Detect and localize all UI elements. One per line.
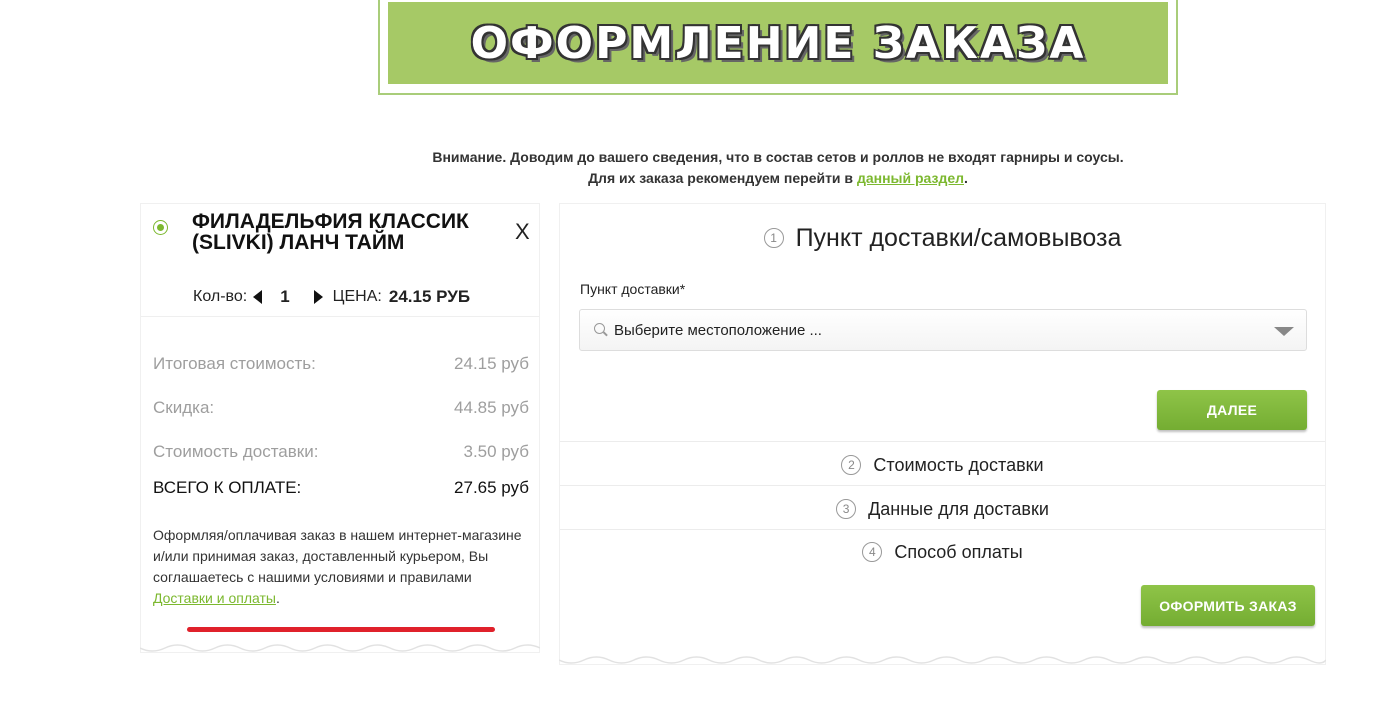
notice-line-2: Для их заказа рекомендуем перейти в данн… bbox=[0, 168, 1392, 189]
search-icon bbox=[594, 323, 608, 337]
price-value: 24.15 РУБ bbox=[388, 287, 471, 306]
summary-label: Скидка: bbox=[153, 398, 215, 417]
summary-row-total: ВСЕГО К ОПЛАТЕ: 27.65 руб bbox=[153, 478, 529, 498]
item-radio[interactable] bbox=[153, 220, 168, 235]
price-label: ЦЕНА: bbox=[332, 288, 382, 305]
decrease-qty-icon[interactable] bbox=[253, 290, 263, 304]
quantity-row: Кол-во: 1 ЦЕНА: 24.15 РУБ bbox=[193, 286, 533, 308]
step-divider bbox=[560, 529, 1325, 530]
red-underline-mark bbox=[187, 627, 495, 632]
terms-suffix: . bbox=[275, 590, 280, 606]
delivery-point-label: Пункт доставки* bbox=[580, 281, 686, 297]
notice-line-1: Внимание. Доводим до вашего сведения, чт… bbox=[432, 149, 1124, 165]
notice-suffix: . bbox=[964, 170, 968, 186]
step-2-header[interactable]: 2 Стоимость доставки bbox=[560, 452, 1325, 478]
chevron-down-icon[interactable] bbox=[1274, 327, 1294, 336]
notice-prefix: Для их заказа рекомендуем перейти в bbox=[588, 170, 857, 186]
qty-value: 1 bbox=[280, 287, 290, 306]
delivery-payment-link[interactable]: Доставки и оплаты bbox=[153, 590, 276, 606]
step-1-header[interactable]: 1 Пункт доставки/самовывоза bbox=[560, 221, 1325, 255]
remove-item-button[interactable]: X bbox=[515, 219, 530, 245]
increase-qty-icon[interactable] bbox=[313, 290, 323, 304]
step-number: 1 bbox=[763, 228, 784, 248]
header-banner: ОФОРМЛЕНИЕ ЗАКАЗА bbox=[388, 2, 1168, 84]
notice: Внимание. Доводим до вашего сведения, чт… bbox=[0, 147, 1392, 189]
cart-item-name: Филадельфия классик (SLIVKI) ЛАНЧ ТАЙМ bbox=[192, 210, 469, 254]
checkout-panel: 1 Пункт доставки/самовывоза Пункт достав… bbox=[559, 203, 1326, 665]
summary-value: 44.85 руб bbox=[454, 398, 529, 417]
sauces-section-link[interactable]: данный раздел bbox=[857, 170, 964, 186]
summary-row-discount: Скидка: 44.85 руб bbox=[153, 398, 529, 418]
header-banner-frame: ОФОРМЛЕНИЕ ЗАКАЗА bbox=[378, 0, 1178, 95]
delivery-point-select[interactable]: Выберите местоположение ... bbox=[579, 309, 1307, 351]
summary-row-delivery: Стоимость доставки: 3.50 руб bbox=[153, 442, 529, 462]
step-3-header[interactable]: 3 Данные для доставки bbox=[560, 496, 1325, 522]
next-button[interactable]: ДАЛЕЕ bbox=[1157, 390, 1307, 430]
terms-body: Оформляя/оплачивая заказ в нашем интерне… bbox=[153, 527, 522, 585]
cart-zigzag-edge bbox=[140, 644, 540, 652]
summary-value: 3.50 руб bbox=[463, 442, 529, 461]
summary-label: Стоимость доставки: bbox=[153, 442, 319, 461]
step-number: 4 bbox=[862, 542, 883, 562]
step-title: Пункт доставки/самовывоза bbox=[795, 223, 1122, 252]
step-title: Стоимость доставки bbox=[873, 454, 1044, 475]
step-divider bbox=[560, 485, 1325, 486]
checkout-zigzag-edge bbox=[559, 656, 1326, 664]
step-4-header[interactable]: 4 Способ оплаты bbox=[560, 539, 1325, 565]
page-title: ОФОРМЛЕНИЕ ЗАКАЗА bbox=[470, 17, 1086, 69]
step-title: Данные для доставки bbox=[868, 498, 1049, 519]
step-number: 2 bbox=[841, 455, 862, 475]
summary-value: 24.15 руб bbox=[454, 354, 529, 373]
cart-panel: Филадельфия классик (SLIVKI) ЛАНЧ ТАЙМ X… bbox=[140, 203, 540, 653]
step-title: Способ оплаты bbox=[894, 541, 1023, 562]
step-divider bbox=[560, 441, 1325, 442]
cart-divider bbox=[141, 316, 539, 317]
summary-value: 27.65 руб bbox=[454, 478, 529, 497]
terms-text: Оформляя/оплачивая заказ в нашем интерне… bbox=[153, 525, 533, 609]
place-order-button[interactable]: ОФОРМИТЬ ЗАКАЗ bbox=[1141, 585, 1315, 626]
summary-label: ВСЕГО К ОПЛАТЕ: bbox=[153, 478, 302, 497]
summary-label: Итоговая стоимость: bbox=[153, 354, 316, 373]
select-placeholder: Выберите местоположение ... bbox=[614, 321, 822, 339]
summary-row-subtotal: Итоговая стоимость: 24.15 руб bbox=[153, 354, 529, 374]
step-number: 3 bbox=[836, 499, 857, 519]
qty-label: Кол-во: bbox=[193, 288, 248, 305]
